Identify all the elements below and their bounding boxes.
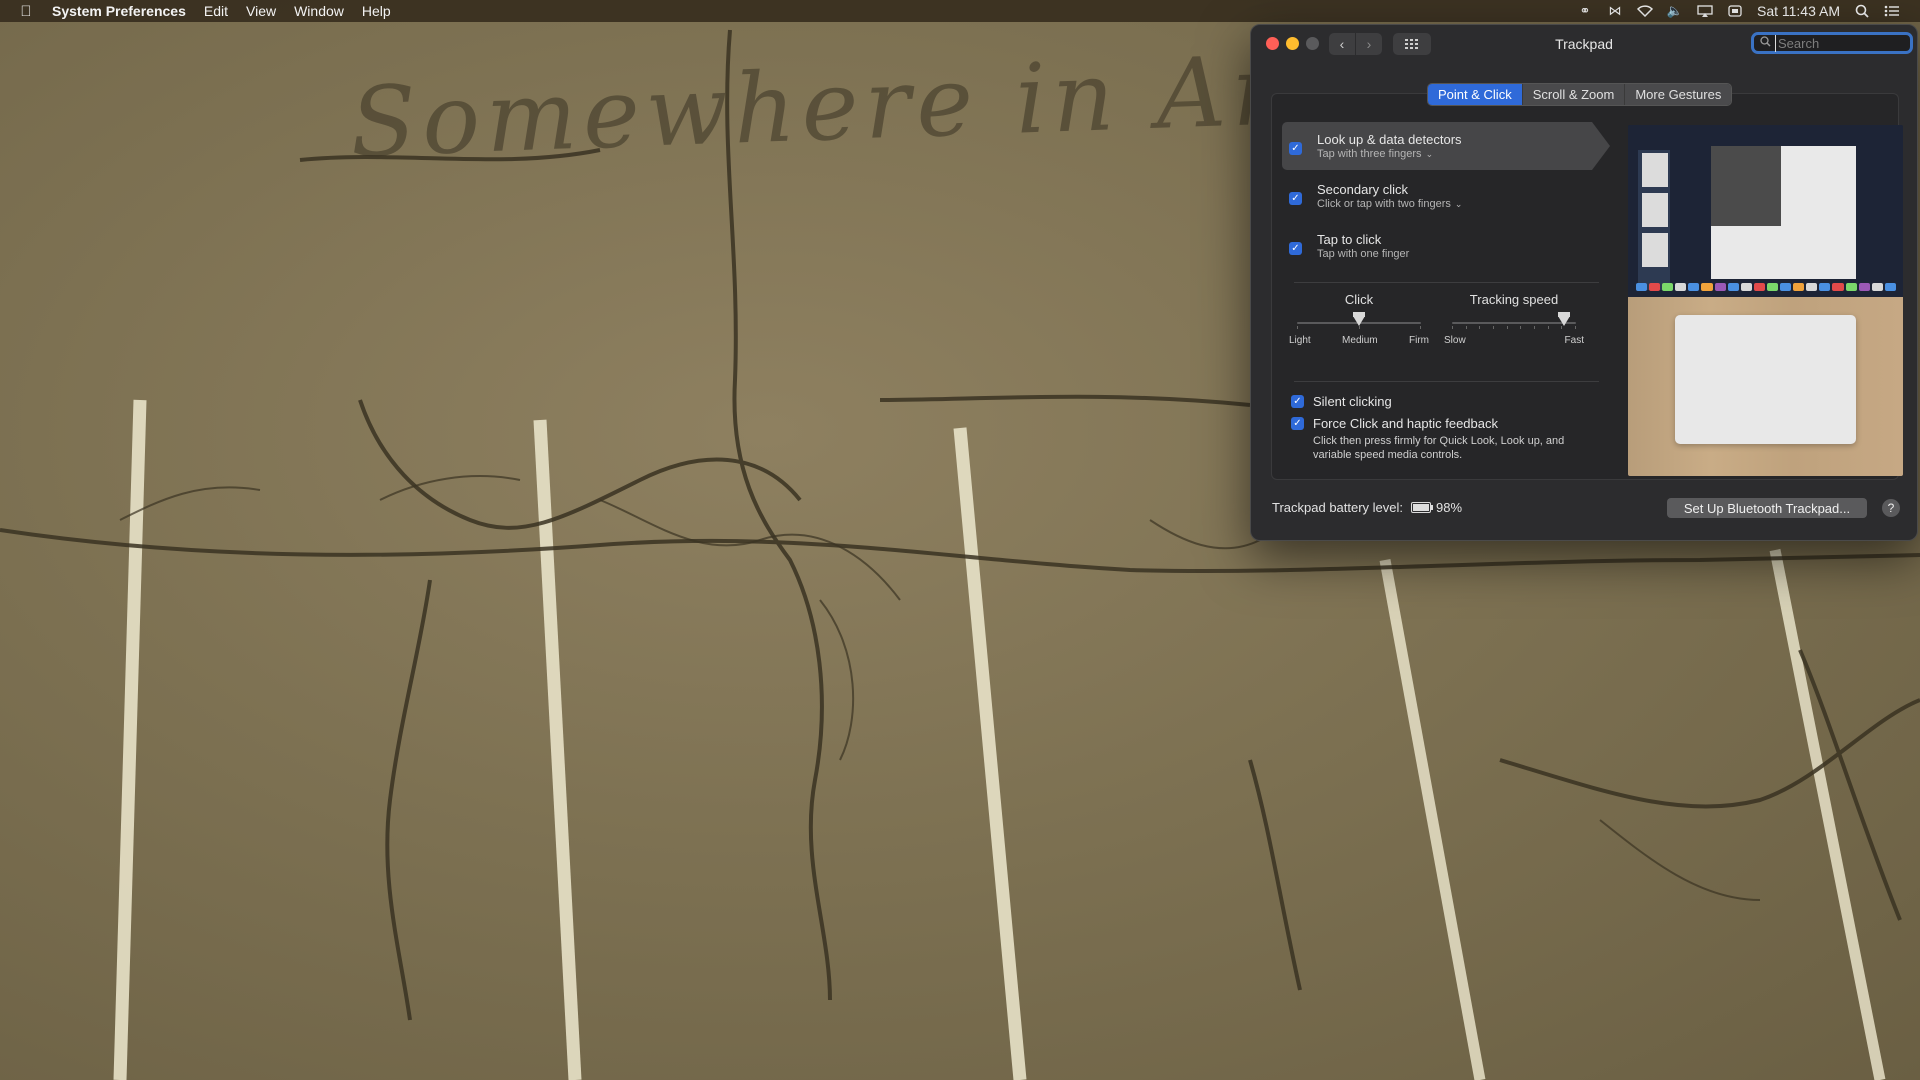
window-titlebar: ‹ › Trackpad (1251, 25, 1917, 63)
battery-status: Trackpad battery level: 98% (1272, 500, 1462, 515)
battery-value: 98% (1436, 500, 1463, 515)
tab-more-gestures[interactable]: More Gestures (1625, 84, 1732, 105)
tracking-speed-title: Tracking speed (1469, 292, 1559, 307)
search-field[interactable] (1751, 32, 1913, 54)
battery-icon (1411, 502, 1434, 513)
setup-bluetooth-trackpad-button[interactable]: Set Up Bluetooth Trackpad... (1667, 498, 1867, 518)
chevron-down-icon: ⌄ (1454, 199, 1463, 209)
force-click-checkbox[interactable]: ✓ (1291, 417, 1304, 430)
silent-clicking-row[interactable]: ✓ Silent clicking (1291, 394, 1392, 409)
apple-icon[interactable]:  (0, 3, 52, 20)
divider (1294, 381, 1599, 382)
tab-bar: Point & Click Scroll & Zoom More Gesture… (1427, 83, 1733, 106)
force-click-description: Click then press firmly for Quick Look, … (1313, 435, 1565, 461)
spotlight-search-icon[interactable] (1854, 4, 1870, 18)
click-slider-knob[interactable] (1353, 312, 1365, 326)
click-slider-labels: Light Medium Firm (1289, 335, 1429, 346)
tap-to-click-title: Tap to click (1317, 232, 1382, 247)
tap-to-click-checkbox[interactable]: ✓ (1289, 242, 1302, 255)
tap-to-click-subtitle: Tap with one finger (1317, 248, 1410, 260)
status-area: ⚭ ⋈ 🔈 Sat 11:43 AM (1577, 3, 1920, 19)
secondary-click-subtitle: Click or tap with two fingers (1317, 198, 1451, 210)
silent-clicking-checkbox[interactable]: ✓ (1291, 395, 1304, 408)
click-slider[interactable] (1297, 312, 1421, 330)
secondary-click-checkbox[interactable]: ✓ (1289, 192, 1302, 205)
notification-center-icon[interactable] (1884, 4, 1900, 18)
look-up-checkbox[interactable]: ✓ (1289, 142, 1302, 155)
option-look-up[interactable]: ✓ Look up & data detectors Tap with thre… (1282, 122, 1610, 170)
slider-ticks (1452, 326, 1576, 330)
look-up-subtitle-dropdown[interactable]: Tap with three fingers ⌄ (1317, 148, 1433, 160)
menu-window[interactable]: Window (294, 3, 344, 19)
tracking-speed-labels: Slow Fast (1444, 335, 1584, 346)
menu-app-name[interactable]: System Preferences (52, 3, 186, 19)
look-up-subtitle: Tap with three fingers (1317, 148, 1422, 160)
menu-bar:  System Preferences Edit View Window He… (0, 0, 1920, 22)
preview-dock (1636, 283, 1896, 293)
label-medium: Medium (1342, 335, 1378, 346)
menu-edit[interactable]: Edit (204, 3, 228, 19)
preview-thumbnail (1642, 193, 1668, 227)
force-click-label: Force Click and haptic feedback (1313, 416, 1498, 431)
settings-pane: ✓ Look up & data detectors Tap with thre… (1271, 93, 1903, 480)
option-secondary-click[interactable]: ✓ Secondary click Click or tap with two … (1282, 172, 1592, 220)
bluetooth-icon[interactable]: ⋈ (1607, 3, 1623, 18)
chevron-down-icon: ⌄ (1425, 149, 1434, 159)
click-slider-group: Click Light Medium Firm (1289, 292, 1429, 346)
label-light: Light (1289, 335, 1311, 346)
tracking-speed-slider[interactable] (1452, 312, 1576, 330)
tab-scroll-zoom[interactable]: Scroll & Zoom (1522, 84, 1626, 105)
input-source-icon[interactable] (1727, 4, 1743, 18)
look-up-title: Look up & data detectors (1317, 132, 1462, 147)
divider (1294, 282, 1599, 283)
preview-thumbnail (1642, 153, 1668, 187)
preview-trackpad (1675, 315, 1856, 444)
tracking-speed-slider-group: Tracking speed Slow Fast (1444, 292, 1584, 346)
label-firm: Firm (1408, 335, 1429, 346)
silent-clicking-label: Silent clicking (1313, 394, 1392, 409)
slider-ticks (1297, 326, 1421, 330)
gesture-preview-video (1628, 125, 1903, 476)
click-slider-title: Click (1344, 292, 1374, 307)
tab-point-click[interactable]: Point & Click (1428, 84, 1523, 105)
help-button[interactable]: ? (1882, 499, 1900, 517)
search-input[interactable] (1775, 34, 1900, 52)
tracking-speed-knob[interactable] (1557, 312, 1570, 326)
label-fast: Fast (1564, 335, 1584, 346)
airplay-icon[interactable] (1697, 4, 1713, 18)
secondary-click-title: Secondary click (1317, 182, 1409, 197)
preview-thumbnail (1642, 233, 1668, 267)
menubar-clock[interactable]: Sat 11:43 AM (1757, 3, 1840, 19)
menu-help[interactable]: Help (362, 3, 391, 19)
secondary-click-subtitle-dropdown[interactable]: Click or tap with two fingers ⌄ (1317, 198, 1462, 210)
trackpad-window: ‹ › Trackpad ✓ Look up & data detectors … (1250, 24, 1918, 541)
option-tap-to-click[interactable]: ✓ Tap to click Tap with one finger (1282, 222, 1592, 270)
menu-view[interactable]: View (246, 3, 276, 19)
search-icon (1760, 36, 1771, 50)
battery-label: Trackpad battery level: (1272, 500, 1404, 515)
volume-icon[interactable]: 🔈 (1667, 3, 1683, 18)
wifi-icon[interactable] (1636, 4, 1653, 18)
preview-screen (1628, 125, 1903, 297)
preview-popover (1711, 146, 1781, 226)
label-slow: Slow (1444, 335, 1466, 346)
force-click-row[interactable]: ✓ Force Click and haptic feedback Click … (1291, 416, 1583, 462)
headphones-icon[interactable]: ⚭ (1577, 3, 1593, 18)
